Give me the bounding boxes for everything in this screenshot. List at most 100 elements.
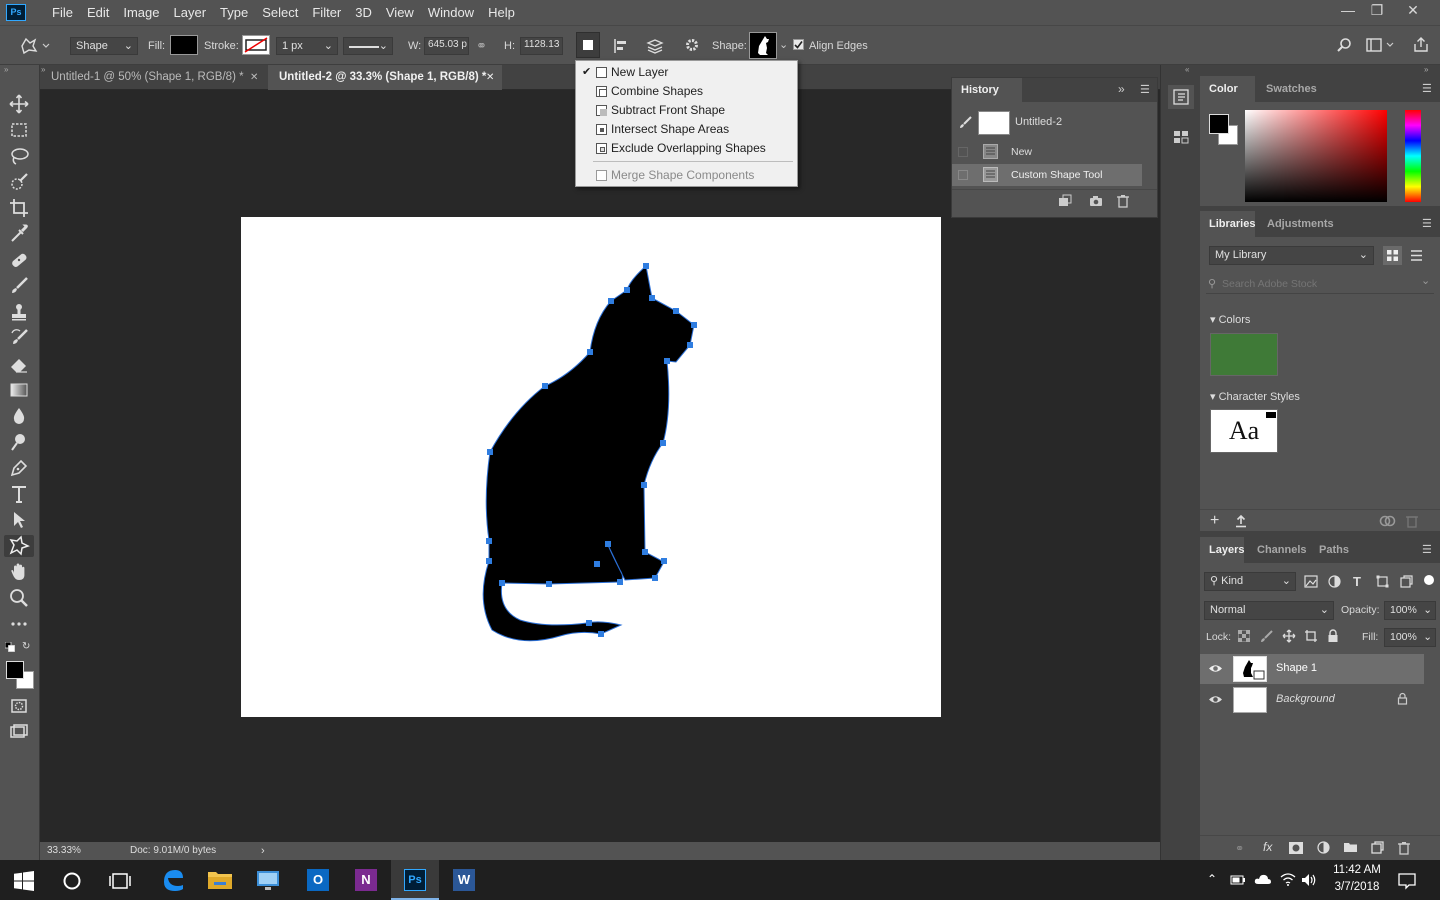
task-view-icon[interactable] bbox=[109, 871, 131, 891]
search-input[interactable] bbox=[1222, 276, 1412, 291]
zoom-level[interactable]: 33.33% bbox=[47, 842, 81, 860]
zoom-icon[interactable] bbox=[8, 587, 30, 609]
trash-icon[interactable] bbox=[1398, 841, 1410, 855]
panel-menu-icon[interactable]: ☰ bbox=[1422, 217, 1432, 230]
custom-shape-icon[interactable] bbox=[4, 535, 34, 557]
panel-menu-icon[interactable]: ☰ bbox=[1422, 82, 1432, 95]
move-icon[interactable] bbox=[8, 93, 30, 115]
path-operations-button[interactable] bbox=[576, 32, 600, 58]
color-field[interactable] bbox=[1245, 110, 1387, 202]
chevron-down-icon[interactable]: ⌄ bbox=[1421, 274, 1430, 287]
menu-view[interactable]: View bbox=[379, 0, 421, 25]
close-icon[interactable]: ✕ bbox=[486, 65, 494, 90]
trash-icon[interactable] bbox=[1406, 514, 1418, 528]
menu-window[interactable]: Window bbox=[421, 0, 481, 25]
hue-slider[interactable] bbox=[1405, 110, 1421, 202]
lock-position-icon[interactable] bbox=[1282, 629, 1296, 643]
tab-adjustments[interactable]: Adjustments bbox=[1267, 218, 1334, 230]
pen-icon[interactable] bbox=[8, 457, 30, 479]
clock-time[interactable]: 11:42 AM bbox=[1329, 864, 1385, 876]
edge-icon[interactable] bbox=[148, 860, 196, 900]
remote-desktop-icon[interactable] bbox=[244, 860, 292, 900]
upload-icon[interactable] bbox=[1234, 514, 1248, 528]
clock-date[interactable]: 3/7/2018 bbox=[1329, 881, 1385, 893]
tab-untitled-1[interactable]: Untitled-1 @ 50% (Shape 1, RGB/8) * ✕ bbox=[40, 65, 268, 90]
history-brush-source-box[interactable] bbox=[958, 170, 968, 180]
pixel-layer-filter-icon[interactable] bbox=[1304, 575, 1318, 588]
action-center-icon[interactable] bbox=[1397, 872, 1417, 890]
menu-item-combine-shapes[interactable]: Combine Shapes bbox=[576, 82, 797, 101]
eyedropper-icon[interactable] bbox=[8, 223, 30, 245]
collapse-arrows-icon[interactable]: » bbox=[1118, 82, 1125, 96]
file-explorer-icon[interactable] bbox=[196, 860, 244, 900]
onedrive-icon[interactable] bbox=[1254, 873, 1272, 885]
layer-name[interactable]: Background bbox=[1276, 693, 1335, 705]
stroke-width-field[interactable]: 1 px ⌄ bbox=[276, 37, 338, 55]
link-layers-icon[interactable]: ⚭ bbox=[1235, 842, 1244, 855]
prevent-auto-nesting-icon[interactable] bbox=[1304, 629, 1318, 643]
default-colors-icon[interactable] bbox=[5, 642, 15, 652]
battery-icon[interactable] bbox=[1230, 874, 1246, 886]
tab-channels[interactable]: Channels bbox=[1257, 544, 1307, 556]
history-brush-source-box[interactable] bbox=[958, 147, 968, 157]
add-mask-icon[interactable] bbox=[1289, 842, 1303, 854]
chevron-right-icon[interactable]: › bbox=[261, 842, 265, 860]
lock-image-pixels-icon[interactable] bbox=[1260, 629, 1274, 643]
menu-item-exclude-overlapping-shapes[interactable]: Exclude Overlapping Shapes bbox=[576, 139, 797, 158]
menu-select[interactable]: Select bbox=[255, 0, 305, 25]
menu-item-new-layer[interactable]: ✔ New Layer bbox=[576, 63, 797, 82]
collapse-arrows-icon[interactable]: » bbox=[4, 65, 8, 74]
panel-menu-icon[interactable]: ☰ bbox=[1422, 543, 1432, 556]
tab-swatches[interactable]: Swatches bbox=[1266, 83, 1317, 95]
workspace-icon[interactable] bbox=[1366, 37, 1396, 53]
word-icon[interactable]: W bbox=[440, 860, 488, 900]
menu-edit[interactable]: Edit bbox=[80, 0, 116, 25]
stock-search[interactable]: ⚲ ⌄ bbox=[1206, 274, 1434, 294]
collapse-arrows-icon[interactable]: » bbox=[1424, 65, 1428, 74]
lasso-icon[interactable] bbox=[8, 145, 30, 167]
tool-mode-select[interactable]: Shape ⌄ bbox=[70, 37, 138, 55]
blur-icon[interactable] bbox=[8, 405, 30, 427]
crop-icon[interactable] bbox=[8, 197, 30, 219]
filter-toggle-icon[interactable] bbox=[1424, 575, 1434, 585]
chevron-up-icon[interactable]: ⌃ bbox=[1207, 872, 1217, 886]
menu-item-intersect-shape-areas[interactable]: Intersect Shape Areas bbox=[576, 120, 797, 139]
windows-start-icon[interactable] bbox=[14, 871, 34, 891]
new-document-from-state-icon[interactable] bbox=[1058, 194, 1072, 208]
path-select-icon[interactable] bbox=[8, 509, 30, 531]
height-field[interactable]: 1128.13 bbox=[520, 37, 563, 55]
outlook-icon[interactable]: O bbox=[294, 860, 342, 900]
history-brush-icon[interactable] bbox=[8, 327, 30, 349]
character-style-tile[interactable]: Aa bbox=[1210, 409, 1278, 453]
close-icon[interactable]: ✕ bbox=[250, 65, 258, 90]
character-styles-toggle[interactable]: ▾ Character Styles bbox=[1210, 390, 1300, 403]
new-adjustment-layer-icon[interactable] bbox=[1317, 841, 1330, 854]
camera-icon[interactable] bbox=[1089, 194, 1103, 208]
marquee-icon[interactable] bbox=[8, 119, 30, 141]
gradient-icon[interactable] bbox=[8, 379, 30, 401]
share-icon[interactable] bbox=[1412, 36, 1430, 54]
new-group-icon[interactable] bbox=[1343, 841, 1358, 853]
tab-untitled-2[interactable]: Untitled-2 @ 33.3% (Shape 1, RGB/8) * ✕ bbox=[268, 65, 502, 90]
custom-shape-tool-preset-icon[interactable] bbox=[18, 36, 50, 56]
gear-icon[interactable] bbox=[684, 37, 700, 53]
tab-paths[interactable]: Paths bbox=[1319, 544, 1349, 556]
lock-transparent-pixels-icon[interactable] bbox=[1238, 630, 1250, 642]
history-brush-source-icon[interactable] bbox=[958, 116, 972, 130]
close-button[interactable]: ✕ bbox=[1398, 0, 1428, 22]
grid-view-icon[interactable] bbox=[1383, 246, 1402, 265]
fx-icon[interactable]: fx bbox=[1263, 840, 1272, 854]
path-alignment-icon[interactable] bbox=[612, 37, 630, 55]
volume-icon[interactable] bbox=[1301, 873, 1319, 887]
menu-item-subtract-front-shape[interactable]: Subtract Front Shape bbox=[576, 101, 797, 120]
shape-layer-filter-icon[interactable] bbox=[1376, 575, 1389, 588]
menu-type[interactable]: Type bbox=[213, 0, 255, 25]
visibility-eye-icon[interactable] bbox=[1208, 663, 1223, 674]
restore-button[interactable]: ❐ bbox=[1362, 0, 1392, 22]
healing-brush-icon[interactable] bbox=[8, 249, 30, 271]
fill-field[interactable]: 100% ⌄ bbox=[1384, 628, 1436, 647]
library-color-swatch[interactable] bbox=[1210, 333, 1278, 376]
menu-3d[interactable]: 3D bbox=[348, 0, 379, 25]
cat-shape[interactable] bbox=[241, 217, 941, 717]
shape-picker[interactable] bbox=[749, 32, 777, 59]
